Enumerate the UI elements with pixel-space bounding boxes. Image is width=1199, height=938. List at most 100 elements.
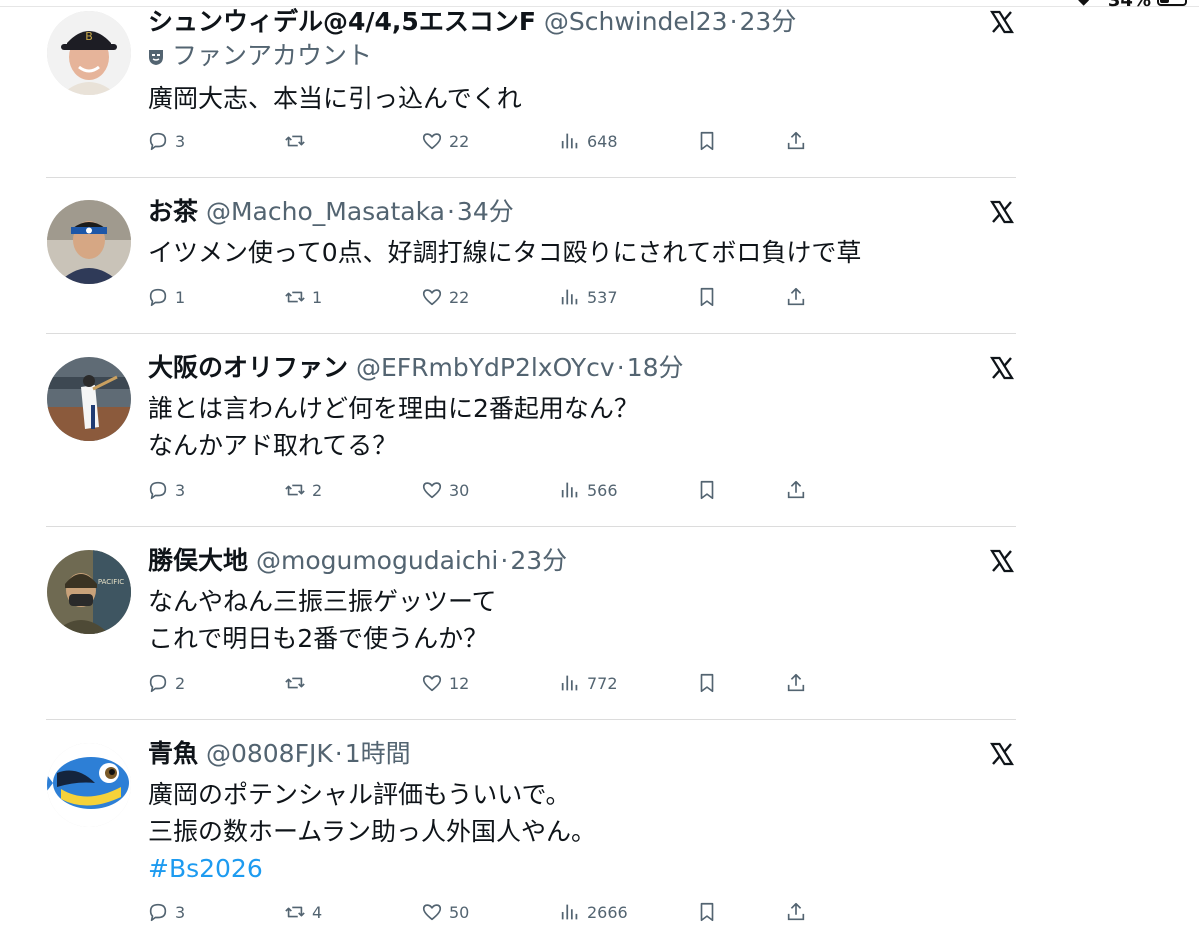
display-name[interactable]: 青魚 [148,739,198,768]
timestamp[interactable]: 23分 [740,7,797,36]
views-count: 648 [587,131,618,151]
reply-count: 3 [175,131,186,151]
retweet-count: 2 [312,480,323,500]
tweet-header: お茶 @Macho_Masataka·34分 [148,196,514,228]
like-count: 22 [449,131,470,151]
reply-icon [147,672,169,694]
tweet-text-line: なんやねん三振三振ゲッツーて [148,587,497,616]
fan-mask-icon [148,48,164,66]
reply-button[interactable]: 3 [147,900,185,924]
retweet-button[interactable]: 2 [284,478,322,502]
bookmark-button[interactable] [696,900,718,924]
hashtag-link[interactable]: #Bs2026 [148,850,596,887]
tweet[interactable]: 大阪のオリファン @EFRmbYdP2lxOYcv·18分 誰とは言わんけど何を… [0,334,1040,526]
retweet-icon [284,286,306,308]
bookmark-icon [696,479,718,501]
user-handle[interactable]: @0808FJK [206,739,333,768]
reply-count: 2 [175,673,186,693]
like-count: 30 [449,480,470,500]
user-handle[interactable]: @Macho_Masataka [206,197,445,226]
reply-count: 1 [175,287,186,307]
tweet[interactable]: 青魚 @0808FJK·1時間 廣岡のポテンシャル評価もういいで。 三振の数ホー… [0,720,1040,938]
retweet-icon [284,672,306,694]
views-count: 566 [587,480,618,500]
retweet-count: 4 [312,902,323,922]
bookmark-button[interactable] [696,285,718,309]
like-button[interactable]: 12 [421,671,469,695]
user-handle[interactable]: @Schwindel23 [544,7,728,36]
views-button[interactable]: 2666 [559,900,628,924]
avatar[interactable]: PACIFIC [47,550,131,634]
bookmark-button[interactable] [696,129,718,153]
retweet-button[interactable]: 1 [284,285,322,309]
retweet-button[interactable] [284,129,312,153]
reply-button[interactable]: 3 [147,478,185,502]
avatar[interactable]: B [47,11,131,95]
share-button[interactable] [785,129,807,153]
tweet-text: なんやねん三振三振ゲッツーて これで明日も2番で使うんか？ [148,583,497,657]
tweet-header: 大阪のオリファン @EFRmbYdP2lxOYcv·18分 [148,352,684,384]
timestamp[interactable]: 18分 [627,353,684,382]
tweet[interactable]: PACIFIC 勝俣大地 @mogumogudaichi·23分 なんやねん三振… [0,527,1040,719]
timestamp[interactable]: 34分 [457,197,514,226]
heart-icon [421,672,443,694]
tweet-header: シュンウィデル@4/4,5エスコンF @Schwindel23·23分 [148,6,796,38]
views-icon [559,672,581,694]
retweet-icon [284,130,306,152]
separator: · [500,546,509,575]
views-icon [559,286,581,308]
retweet-count: 1 [312,287,323,307]
avatar[interactable] [47,357,131,441]
retweet-button[interactable] [284,671,312,695]
views-button[interactable]: 537 [559,285,618,309]
tweet-text: 廣岡のポテンシャル評価もういいで。 三振の数ホームラン助っ人外国人やん。 #Bs… [148,776,596,887]
retweet-button[interactable]: 4 [284,900,322,924]
display-name[interactable]: 大阪のオリファン [148,353,348,382]
bookmark-button[interactable] [696,478,718,502]
like-button[interactable]: 30 [421,478,469,502]
reply-icon [147,130,169,152]
views-button[interactable]: 566 [559,478,618,502]
share-icon [785,901,807,923]
like-button[interactable]: 22 [421,129,469,153]
display-name[interactable]: お茶 [148,197,198,226]
heart-icon [421,901,443,923]
reply-button[interactable]: 3 [147,129,185,153]
share-button[interactable] [785,900,807,924]
battery-percentage: 34% [1107,0,1151,11]
tweet[interactable]: B シュンウィデル@4/4,5エスコンF @Schwindel23·23分 ファ… [0,0,1040,178]
retweet-icon [284,901,306,923]
tweet[interactable]: お茶 @Macho_Masataka·34分 イツメン使って0点、好調打線にタコ… [0,178,1040,333]
views-button[interactable]: 648 [559,129,618,153]
share-icon [785,130,807,152]
share-icon [785,672,807,694]
bookmark-button[interactable] [696,671,718,695]
like-button[interactable]: 50 [421,900,469,924]
reply-button[interactable]: 2 [147,671,185,695]
timestamp[interactable]: 1時間 [345,739,411,768]
like-button[interactable]: 22 [421,285,469,309]
separator: · [446,197,455,226]
retweet-icon [284,479,306,501]
avatar[interactable] [47,200,131,284]
x-logo-icon [990,549,1014,573]
display-name[interactable]: シュンウィデル@4/4,5エスコンF [148,7,536,36]
views-button[interactable]: 772 [559,671,618,695]
heart-icon [421,479,443,501]
display-name[interactable]: 勝俣大地 [148,546,248,575]
timestamp[interactable]: 23分 [510,546,567,575]
share-button[interactable] [785,671,807,695]
battery-icon [1157,0,1187,6]
share-button[interactable] [785,285,807,309]
tweet-text-line: 三振の数ホームラン助っ人外国人やん。 [148,817,597,846]
user-handle[interactable]: @EFRmbYdP2lxOYcv [356,353,615,382]
tweet-actions: 3 22 648 [147,129,827,153]
tweet-text-line: 廣岡大志、本当に引っ込んでくれ [148,84,522,113]
reply-button[interactable]: 1 [147,285,185,309]
avatar[interactable] [47,743,131,827]
share-button[interactable] [785,478,807,502]
heart-icon [421,130,443,152]
tweet-header: 勝俣大地 @mogumogudaichi·23分 [148,545,567,577]
reply-icon [147,479,169,501]
user-handle[interactable]: @mogumogudaichi [256,546,498,575]
